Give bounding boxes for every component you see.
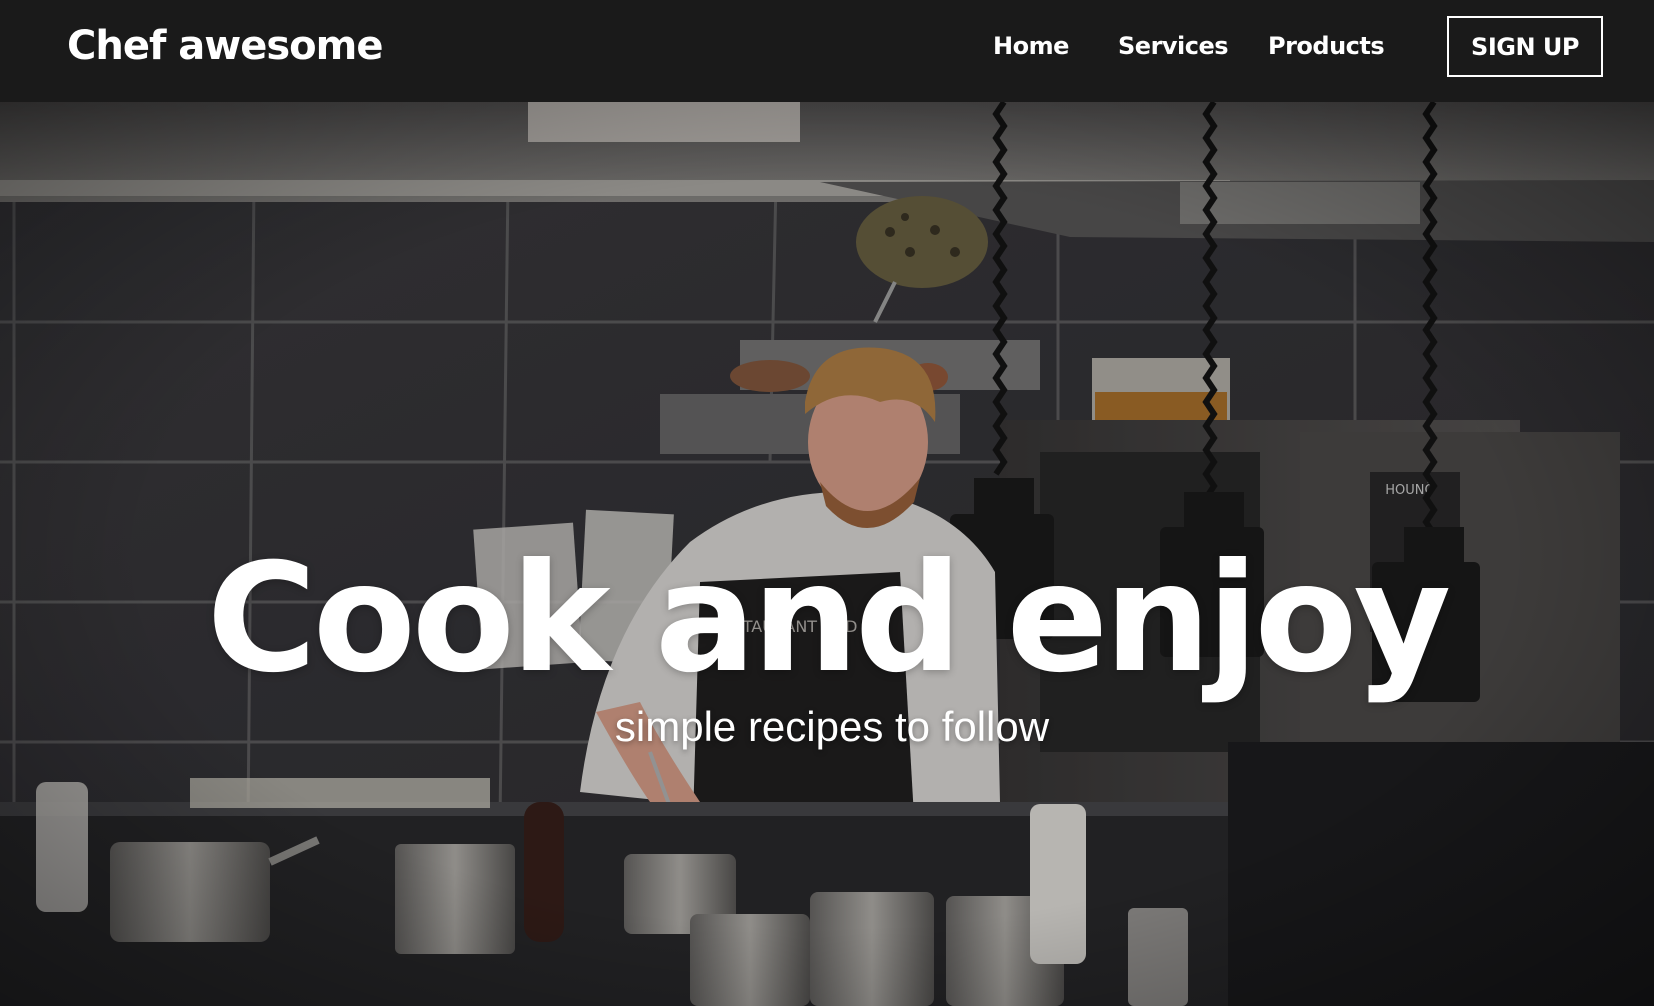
hero-subtitle: simple recipes to follow: [614, 703, 1050, 750]
nav-link-products[interactable]: Products: [1268, 30, 1385, 62]
sign-up-button[interactable]: SIGN UP: [1447, 16, 1603, 77]
hero-section: HOUNÖ STAURANT AND: [0, 102, 1654, 1006]
navbar: Chef awesome Home Services Products SIGN…: [0, 0, 1654, 102]
nav-link-home[interactable]: Home: [993, 30, 1069, 62]
brand-logo[interactable]: Chef awesome: [67, 20, 383, 72]
hero-title: Cook and enjoy: [206, 532, 1452, 706]
nav-link-services[interactable]: Services: [1118, 30, 1229, 62]
